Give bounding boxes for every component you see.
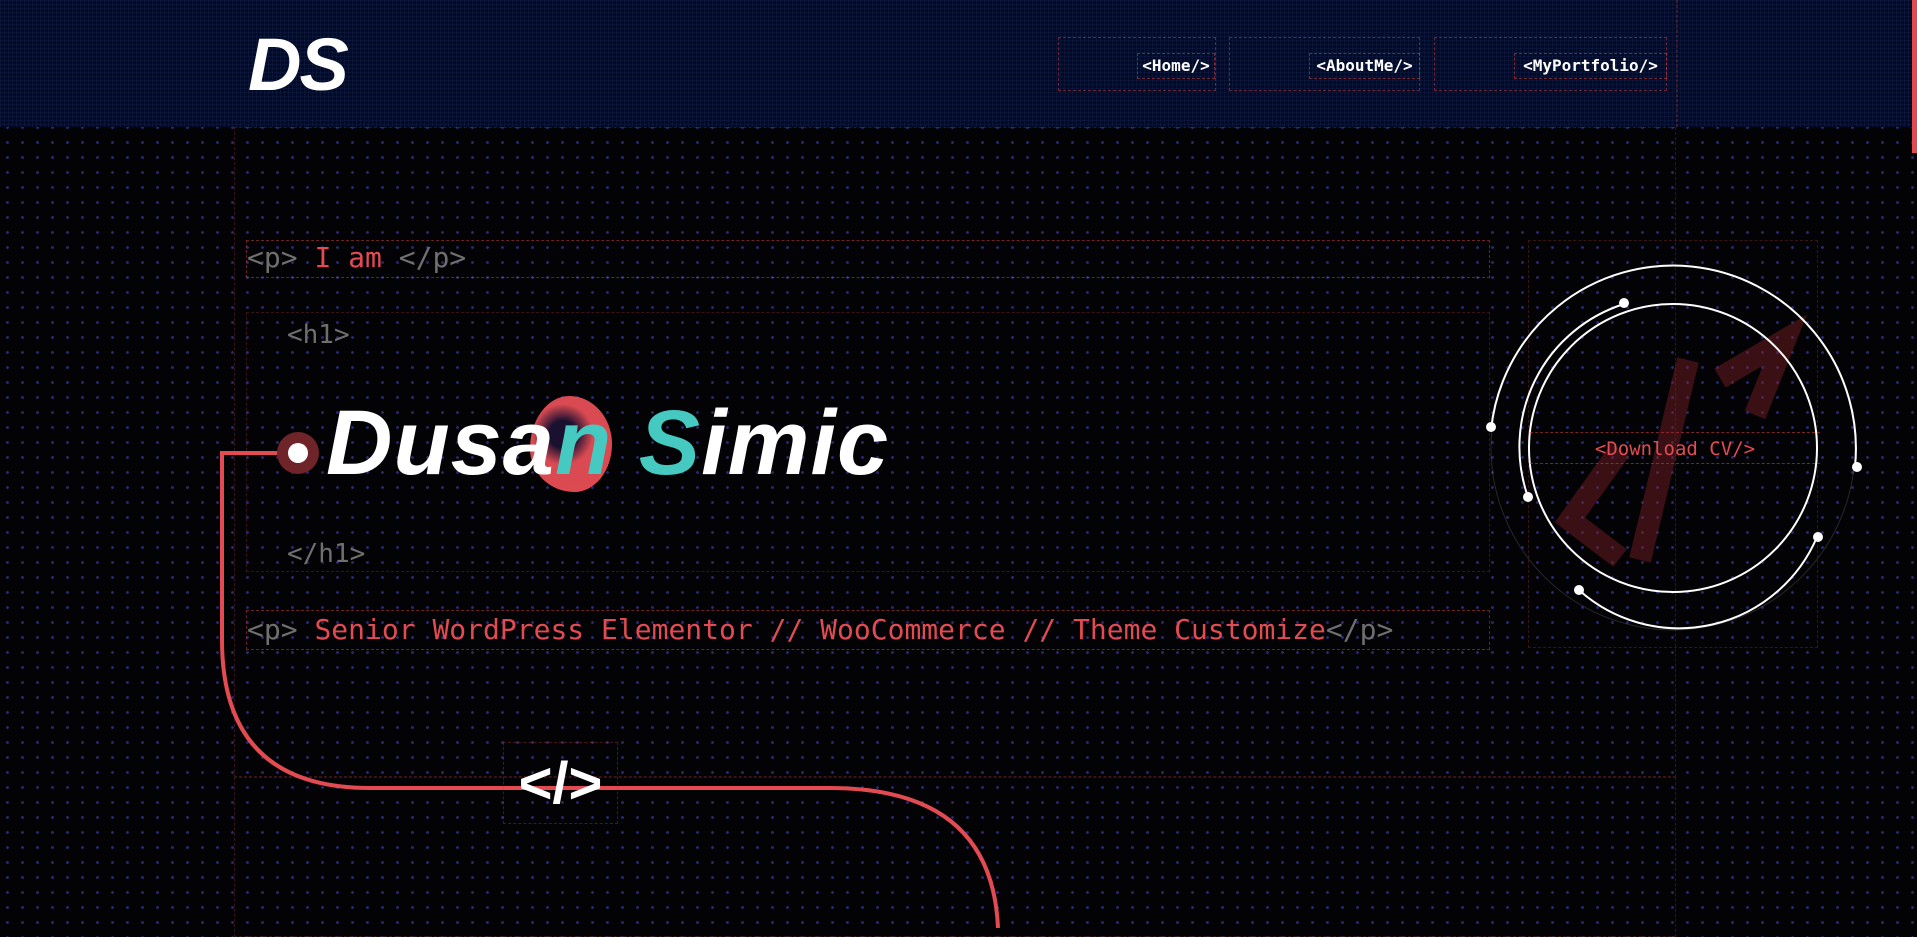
cv-dot — [1574, 585, 1584, 595]
download-cv-button[interactable]: <Download CV/> — [1530, 432, 1820, 464]
cv-dot — [1852, 462, 1862, 472]
cv-dot — [1486, 422, 1496, 432]
cv-dot — [1813, 532, 1823, 542]
code-symbol-icon: </> — [503, 742, 618, 824]
connector-line — [220, 451, 1000, 928]
node-inner — [288, 443, 308, 463]
cv-dot — [1619, 298, 1629, 308]
cv-dot — [1523, 492, 1533, 502]
